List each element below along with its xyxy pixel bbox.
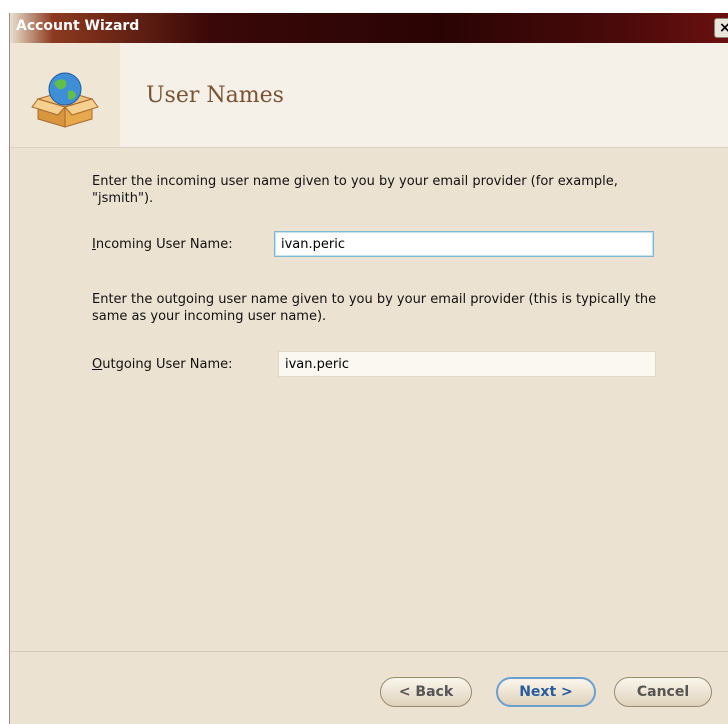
globe-in-box-icon — [31, 72, 99, 128]
close-icon: × — [719, 20, 728, 36]
footer-divider — [10, 651, 728, 652]
outgoing-description: Enter the outgoing user name given to yo… — [92, 292, 657, 324]
close-button[interactable]: × — [714, 18, 728, 38]
incoming-description: Enter the incoming user name given to yo… — [92, 174, 618, 206]
page-title: User Names — [146, 83, 284, 108]
outgoing-label-mnemonic: O — [92, 357, 103, 372]
account-wizard-window: Account Wizard × User Names Enter the in… — [9, 13, 728, 724]
outgoing-user-name-input[interactable] — [278, 351, 656, 377]
title-bar[interactable]: Account Wizard × — [10, 13, 728, 43]
wizard-header: User Names — [10, 43, 728, 148]
incoming-user-name-label: Incoming User Name: — [92, 237, 233, 252]
incoming-label-text: ncoming User Name: — [95, 237, 233, 252]
cancel-button[interactable]: Cancel — [614, 677, 712, 707]
outgoing-user-name-label: Outgoing User Name: — [92, 357, 233, 372]
window-title: Account Wizard — [16, 18, 140, 34]
outgoing-label-text: utgoing User Name: — [102, 357, 233, 372]
header-icon-area — [10, 43, 120, 147]
next-button[interactable]: Next > — [496, 677, 596, 707]
back-button[interactable]: < Back — [380, 677, 472, 707]
incoming-user-name-input[interactable] — [274, 231, 654, 257]
